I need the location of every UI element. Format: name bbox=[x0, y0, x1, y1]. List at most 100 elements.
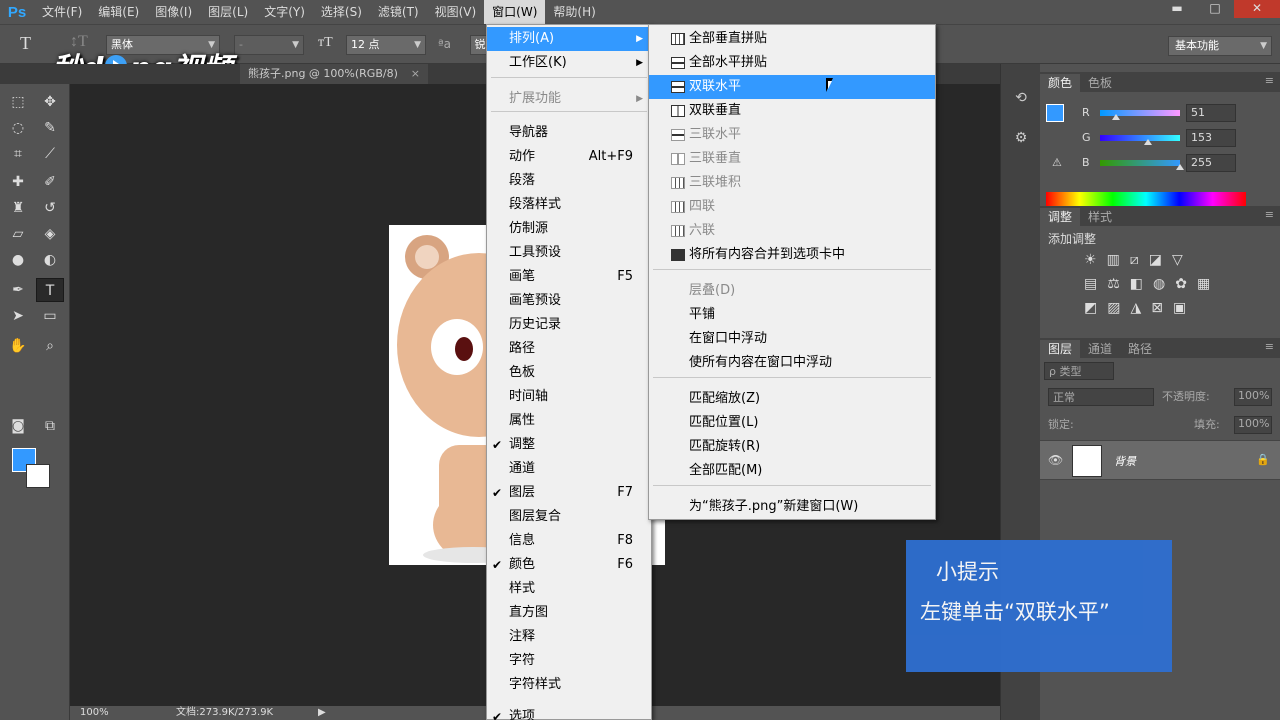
window-menu-item[interactable]: 段落样式 bbox=[487, 193, 651, 217]
close-tab-icon[interactable]: × bbox=[411, 64, 420, 84]
eye-icon[interactable]: 👁 bbox=[1048, 453, 1063, 467]
document-tab[interactable]: 熊孩子.png @ 100%(RGB/8) × bbox=[240, 64, 428, 84]
window-menu-item[interactable]: 注释 bbox=[487, 625, 651, 649]
window-menu-item[interactable]: 画笔 F5 bbox=[487, 265, 651, 289]
arrange-menu-item[interactable]: 全部垂直拼贴 bbox=[649, 27, 935, 51]
clone-stamp-tool-icon[interactable]: ♜ bbox=[4, 196, 32, 220]
marquee-tool-icon[interactable]: ⬚ bbox=[4, 90, 32, 114]
red-slider[interactable]: R 51 bbox=[1078, 104, 1278, 124]
screen-mode-icon[interactable]: ⧉ bbox=[36, 414, 64, 438]
maximize-button[interactable]: □ bbox=[1196, 0, 1234, 18]
window-menu-item[interactable]: 直方图 bbox=[487, 601, 651, 625]
move-tool-icon[interactable]: ✥ bbox=[36, 90, 64, 114]
window-menu-item[interactable]: ✔ 颜色 F6 bbox=[487, 553, 651, 577]
red-value-input[interactable]: 51 bbox=[1186, 104, 1236, 122]
healing-brush-tool-icon[interactable]: ✚ bbox=[4, 170, 32, 194]
lock-icon[interactable]: 🔒 bbox=[1256, 453, 1270, 466]
window-menu-item[interactable]: ✔ 调整 bbox=[487, 433, 651, 457]
properties-panel-icon[interactable]: ⚙ bbox=[1011, 130, 1031, 150]
window-menu-item[interactable]: ✔ 选项 bbox=[487, 705, 651, 720]
menu-edit[interactable]: 编辑(E) bbox=[90, 0, 147, 24]
tab-channels[interactable]: 通道 bbox=[1080, 340, 1120, 358]
history-panel-icon[interactable]: ⟲ bbox=[1011, 90, 1031, 110]
tab-styles[interactable]: 样式 bbox=[1080, 208, 1120, 226]
history-brush-tool-icon[interactable]: ↺ bbox=[36, 196, 64, 220]
menu-layer[interactable]: 图层(L) bbox=[200, 0, 256, 24]
window-menu-item[interactable]: 画笔预设 bbox=[487, 289, 651, 313]
window-menu-item[interactable]: 色板 bbox=[487, 361, 651, 385]
menu-type[interactable]: 文字(Y) bbox=[256, 0, 313, 24]
quick-mask-icon[interactable]: ◙ bbox=[4, 414, 32, 438]
menu-select[interactable]: 选择(S) bbox=[313, 0, 370, 24]
path-select-tool-icon[interactable]: ➤ bbox=[4, 304, 32, 328]
layer-filter-select[interactable]: ρ 类型 bbox=[1044, 362, 1114, 380]
rectangle-tool-icon[interactable]: ▭ bbox=[36, 304, 64, 328]
color-lookup-icon[interactable]: ▦ bbox=[1197, 276, 1210, 292]
window-menu-item[interactable]: 路径 bbox=[487, 337, 651, 361]
eraser-tool-icon[interactable]: ▱ bbox=[4, 222, 32, 246]
menu-filter[interactable]: 滤镜(T) bbox=[370, 0, 427, 24]
invert-icon[interactable]: ◩ bbox=[1084, 300, 1097, 316]
threshold-icon[interactable]: ◮ bbox=[1130, 300, 1141, 316]
brightness-icon[interactable]: ☀ bbox=[1084, 252, 1097, 268]
window-menu-item[interactable]: 历史记录 bbox=[487, 313, 651, 337]
window-menu-item[interactable]: 动作 Alt+F9 bbox=[487, 145, 651, 169]
type-tool-icon[interactable]: T bbox=[20, 33, 31, 54]
tab-swatches[interactable]: 色板 bbox=[1080, 74, 1120, 92]
green-track[interactable] bbox=[1100, 135, 1180, 141]
color-spectrum-bar[interactable] bbox=[1046, 192, 1246, 206]
window-menu-item[interactable]: 信息 F8 bbox=[487, 529, 651, 553]
tab-layers[interactable]: 图层 bbox=[1040, 340, 1081, 358]
panel-menu-icon[interactable]: ≡ bbox=[1265, 208, 1274, 221]
hue-saturation-icon[interactable]: ▤ bbox=[1084, 276, 1097, 292]
paint-bucket-tool-icon[interactable]: ◈ bbox=[36, 222, 64, 246]
font-style-select[interactable]: - ▼ bbox=[234, 35, 304, 55]
green-slider[interactable]: G 153 bbox=[1078, 129, 1278, 149]
window-menu-item[interactable]: 属性 bbox=[487, 409, 651, 433]
levels-icon[interactable]: ▥ bbox=[1107, 252, 1120, 268]
color-fg-swatch[interactable] bbox=[1046, 104, 1064, 122]
menu-help[interactable]: 帮助(H) bbox=[545, 0, 603, 24]
arrange-menu-item[interactable]: 匹配旋转(R) bbox=[649, 435, 935, 459]
layer-row-background[interactable]: 👁 背景 🔒 bbox=[1040, 440, 1280, 480]
window-menu-item[interactable]: 工作区(K) ▶ bbox=[487, 51, 651, 75]
tab-paths[interactable]: 路径 bbox=[1120, 340, 1160, 358]
arrange-menu-item[interactable]: 为“熊孩子.png”新建窗口(W) bbox=[649, 495, 935, 519]
selective-color-icon[interactable]: ▣ bbox=[1173, 300, 1186, 316]
arrange-menu-item[interactable]: 双联水平 bbox=[649, 75, 935, 99]
zoom-tool-icon[interactable]: ⌕ bbox=[36, 334, 64, 358]
window-menu-item[interactable]: ✔ 图层 F7 bbox=[487, 481, 651, 505]
background-color-swatch[interactable] bbox=[26, 464, 50, 488]
arrange-menu-item[interactable]: 匹配缩放(Z) bbox=[649, 387, 935, 411]
window-menu-item[interactable]: 仿制源 bbox=[487, 217, 651, 241]
exposure-icon[interactable]: ◪ bbox=[1149, 252, 1162, 268]
fill-input[interactable]: 100% bbox=[1234, 416, 1272, 434]
window-menu-item[interactable]: 字符 bbox=[487, 649, 651, 673]
channel-mixer-icon[interactable]: ✿ bbox=[1175, 276, 1187, 292]
green-thumb[interactable] bbox=[1144, 139, 1152, 145]
crop-tool-icon[interactable]: ⌗ bbox=[4, 142, 32, 166]
gradient-map-icon[interactable]: ⊠ bbox=[1151, 300, 1163, 316]
blue-value-input[interactable]: 255 bbox=[1186, 154, 1236, 172]
window-menu-item[interactable]: 段落 bbox=[487, 169, 651, 193]
text-tool-icon[interactable]: T bbox=[36, 278, 64, 302]
window-menu-item[interactable]: 时间轴 bbox=[487, 385, 651, 409]
arrange-menu-item[interactable]: 全部水平拼贴 bbox=[649, 51, 935, 75]
menu-window[interactable]: 窗口(W) bbox=[484, 0, 546, 24]
posterize-icon[interactable]: ▨ bbox=[1107, 300, 1120, 316]
close-button[interactable]: ✕ bbox=[1234, 0, 1280, 18]
vibrance-icon[interactable]: ▽ bbox=[1172, 252, 1183, 268]
window-menu-item[interactable]: 图层复合 bbox=[487, 505, 651, 529]
red-thumb[interactable] bbox=[1112, 114, 1120, 120]
arrange-menu-item[interactable]: 双联垂直 bbox=[649, 99, 935, 123]
font-size-select[interactable]: 12 点 ▼ bbox=[346, 35, 426, 55]
window-menu-item[interactable]: 样式 bbox=[487, 577, 651, 601]
menu-view[interactable]: 视图(V) bbox=[427, 0, 485, 24]
arrange-menu-item[interactable]: 将所有内容合并到选项卡中 bbox=[649, 243, 935, 267]
window-menu-item[interactable]: 字符样式 bbox=[487, 673, 651, 697]
green-value-input[interactable]: 153 bbox=[1186, 129, 1236, 147]
menu-image[interactable]: 图像(I) bbox=[147, 0, 200, 24]
zoom-level[interactable]: 100% bbox=[80, 706, 109, 720]
eyedropper-tool-icon[interactable]: ⟋ bbox=[36, 142, 64, 166]
blend-mode-select[interactable]: 正常 bbox=[1048, 388, 1154, 406]
